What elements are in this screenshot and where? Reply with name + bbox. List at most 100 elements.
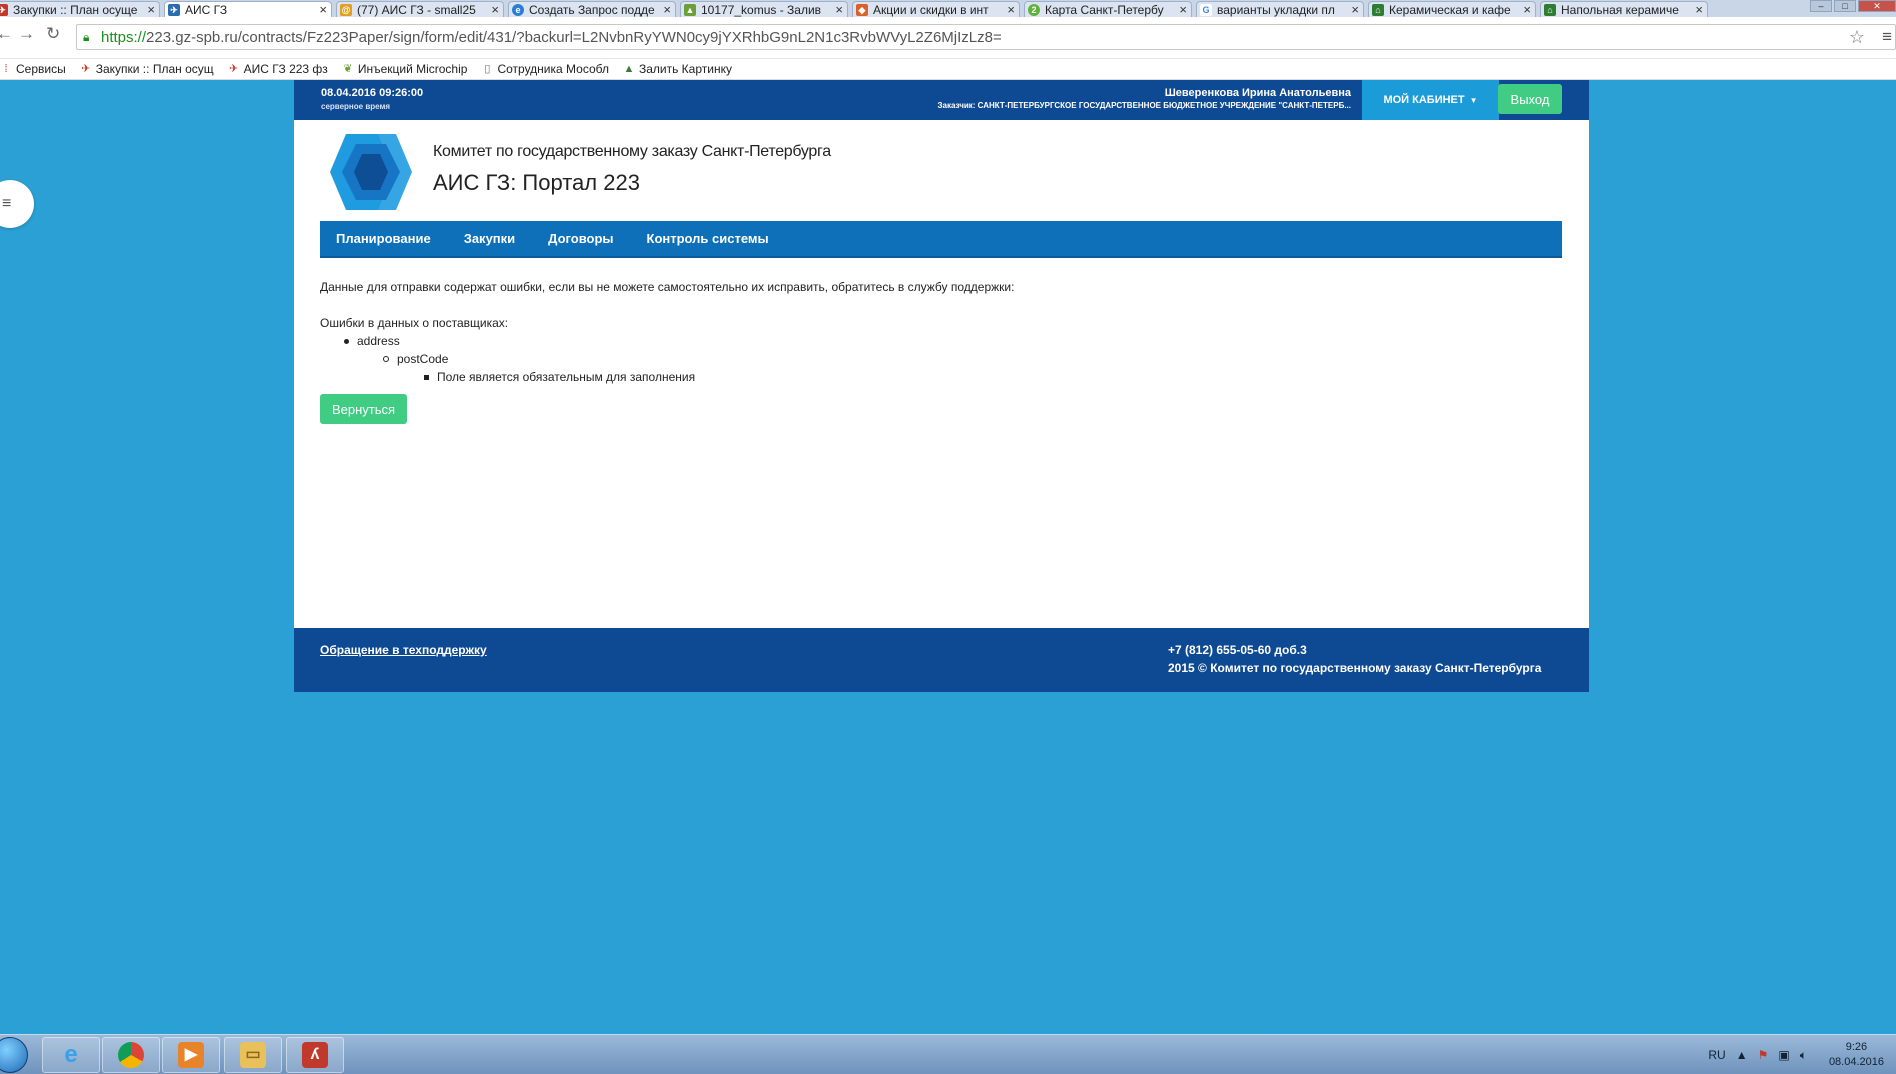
close-icon[interactable]: × bbox=[1007, 2, 1015, 17]
bullet-icon bbox=[424, 374, 429, 380]
media-player-icon: ▶ bbox=[178, 1042, 204, 1068]
portal-page: 08.04.2016 09:26:00 серверное время Шеве… bbox=[294, 80, 1589, 692]
browser-tab-strip: ✈ Закупки :: План осуще × ✈ АИС ГЗ × @ (… bbox=[0, 0, 1896, 17]
my-cabinet-dropdown[interactable]: МОЙ КАБИНЕТ ▼ bbox=[1362, 80, 1499, 120]
tab-label: Керамическая и кафе bbox=[1389, 2, 1511, 17]
close-icon[interactable]: × bbox=[1695, 2, 1703, 17]
browser-tab[interactable]: ✈ Закупки :: План осуще × bbox=[0, 1, 160, 17]
browser-tab[interactable]: e Создать Запрос подде × bbox=[508, 1, 676, 17]
system-tray: RU ▲ ⚑ ▣ 🔈︎ 9:26 08.04.2016 bbox=[1708, 1035, 1896, 1074]
close-icon[interactable]: × bbox=[663, 2, 671, 17]
close-icon[interactable]: × bbox=[1179, 2, 1187, 17]
acrobat-icon: ʎ bbox=[302, 1042, 328, 1068]
tab-label: Карта Санкт-Петербу bbox=[1045, 2, 1164, 17]
bookmark-mosobl[interactable]: ▯ Сотрудника Мособл bbox=[481, 62, 609, 76]
errors-title: Ошибки в данных о поставщиках: bbox=[320, 316, 509, 330]
close-icon[interactable]: × bbox=[835, 2, 843, 17]
image-icon: ▲ bbox=[623, 63, 635, 75]
back-arrow-icon[interactable]: ← bbox=[0, 24, 13, 44]
zakupki-icon: ✈ bbox=[0, 4, 8, 16]
error-message: Данные для отправки содержат ошибки, есл… bbox=[320, 280, 1015, 294]
tab-label: Создать Запрос подде bbox=[529, 2, 655, 17]
logout-button[interactable]: Выход bbox=[1498, 84, 1562, 114]
nav-contracts[interactable]: Договоры bbox=[548, 231, 613, 246]
action-center-icon[interactable]: ⚑ bbox=[1758, 1048, 1769, 1062]
bookmark-star-icon[interactable]: ☆ bbox=[1849, 27, 1865, 48]
side-menu-toggle[interactable]: ≡ bbox=[0, 180, 34, 228]
forward-arrow-icon[interactable]: → bbox=[18, 24, 35, 44]
reload-icon[interactable]: ↻ bbox=[46, 24, 60, 44]
org-name: Комитет по государственному заказу Санкт… bbox=[433, 143, 831, 160]
bookmarks-bar: ⁞ Сервисы ✈ Закупки :: План осущ ✈ АИС Г… bbox=[0, 59, 1896, 80]
user-name: Шеверенкова Ирина Анатольевна bbox=[1164, 87, 1351, 99]
bookmark-ais[interactable]: ✈ АИС ГЗ 223 фз bbox=[228, 62, 328, 76]
bookmark-services[interactable]: ⁞ Сервисы bbox=[0, 62, 65, 76]
address-bar[interactable]: 🔒︎ https://223.gz-spb.ru/contracts/Fz223… bbox=[76, 24, 1896, 50]
volume-icon[interactable]: 🔈︎ bbox=[1800, 1048, 1807, 1063]
browser-tab[interactable]: @ (77) АИС ГЗ - small25 × bbox=[336, 1, 504, 17]
browser-tab[interactable]: ⌂ Напольная керамиче × bbox=[1540, 1, 1708, 17]
back-button[interactable]: Вернуться bbox=[320, 394, 407, 424]
top-bar: 08.04.2016 09:26:00 серверное время Шеве… bbox=[294, 80, 1589, 120]
lock-icon: 🔒︎ bbox=[83, 30, 90, 44]
customer-name: Заказчик: САНКТ-ПЕТЕРБУРГСКОЕ ГОСУДАРСТВ… bbox=[937, 101, 1351, 110]
close-icon[interactable]: × bbox=[319, 2, 327, 17]
taskbar-explorer[interactable]: ▭ bbox=[224, 1037, 282, 1073]
bookmark-microchip[interactable]: ❦ Инъекций Microchip bbox=[342, 62, 467, 76]
hamburger-icon: ≡ bbox=[2, 195, 12, 212]
image-icon: ▲ bbox=[684, 4, 696, 16]
nav-purchases[interactable]: Закупки bbox=[464, 231, 515, 246]
tab-label: варианты укладки пл bbox=[1217, 2, 1335, 17]
house-icon: ⌂ bbox=[1544, 4, 1556, 16]
taskbar-media[interactable]: ▶ bbox=[162, 1037, 220, 1073]
taskbar-acrobat[interactable]: ʎ bbox=[286, 1037, 344, 1073]
support-phone: +7 (812) 655-05-60 доб.3 bbox=[1168, 643, 1307, 657]
portal-title: АИС ГЗ: Портал 223 bbox=[433, 170, 640, 195]
tab-label: 10177_komus - Залив bbox=[701, 2, 822, 17]
ie-icon: e bbox=[64, 1041, 78, 1068]
tab-label: Напольная керамиче bbox=[1561, 2, 1679, 17]
taskbar-chrome[interactable] bbox=[102, 1037, 160, 1073]
chrome-icon bbox=[118, 1042, 144, 1068]
nav-planning[interactable]: Планирование bbox=[336, 231, 431, 246]
close-icon[interactable]: × bbox=[1351, 2, 1359, 17]
browser-tab[interactable]: ⌂ Керамическая и кафе × bbox=[1368, 1, 1536, 17]
error-subfield: postCode bbox=[383, 352, 448, 366]
footer: Обращение в техподдержку +7 (812) 655-05… bbox=[294, 628, 1589, 692]
bullet-icon bbox=[383, 356, 389, 362]
taskbar-ie[interactable]: e bbox=[42, 1037, 100, 1073]
close-window-icon[interactable]: ✕ bbox=[1858, 0, 1896, 12]
browser-tab[interactable]: ◆ Акции и скидки в инт × bbox=[852, 1, 1020, 17]
browser-tab[interactable]: ▲ 10177_komus - Залив × bbox=[680, 1, 848, 17]
close-icon[interactable]: × bbox=[147, 2, 155, 17]
language-indicator[interactable]: RU bbox=[1708, 1048, 1725, 1062]
browser-menu-icon[interactable]: ≡ bbox=[1882, 27, 1892, 47]
house-icon: ⌂ bbox=[1372, 4, 1384, 16]
tab-label: АИС ГЗ bbox=[185, 2, 228, 17]
browser-toolbar: ← → ↻ 🔒︎ https://223.gz-spb.ru/contracts… bbox=[0, 17, 1896, 59]
minimize-icon[interactable]: – bbox=[1810, 0, 1832, 12]
at-icon: @ bbox=[340, 4, 352, 16]
nav-system-control[interactable]: Контроль системы bbox=[647, 231, 769, 246]
close-icon[interactable]: × bbox=[491, 2, 499, 17]
clock[interactable]: 9:26 08.04.2016 bbox=[1829, 1040, 1884, 1070]
browser-tab-active[interactable]: ✈ АИС ГЗ × bbox=[164, 1, 332, 17]
network-icon[interactable]: ▣ bbox=[1778, 1048, 1789, 1062]
support-link[interactable]: Обращение в техподдержку bbox=[320, 643, 487, 657]
bookmark-upload-image[interactable]: ▲ Залить Картинку bbox=[623, 62, 732, 76]
maximize-icon[interactable]: □ bbox=[1834, 0, 1856, 12]
copyright: 2015 © Комитет по государственному заказ… bbox=[1168, 661, 1542, 675]
globe-icon: e bbox=[512, 4, 524, 16]
zakupki-icon: ✈ bbox=[81, 63, 91, 75]
tab-label: (77) АИС ГЗ - small25 bbox=[357, 2, 476, 17]
bookmark-zakupki[interactable]: ✈ Закупки :: План осущ bbox=[80, 62, 214, 76]
url-text: https://223.gz-spb.ru/contracts/Fz223Pap… bbox=[101, 28, 1002, 46]
close-icon[interactable]: × bbox=[1523, 2, 1531, 17]
tray-arrow-icon[interactable]: ▲ bbox=[1736, 1048, 1748, 1062]
browser-tab[interactable]: G варианты укладки пл × bbox=[1196, 1, 1364, 17]
bullet-icon bbox=[344, 338, 349, 344]
server-time-label: серверное время bbox=[321, 102, 391, 111]
browser-tab[interactable]: 2 Карта Санкт-Петербу × bbox=[1024, 1, 1192, 17]
start-button[interactable] bbox=[0, 1037, 28, 1073]
tab-label: Акции и скидки в инт bbox=[873, 2, 989, 17]
